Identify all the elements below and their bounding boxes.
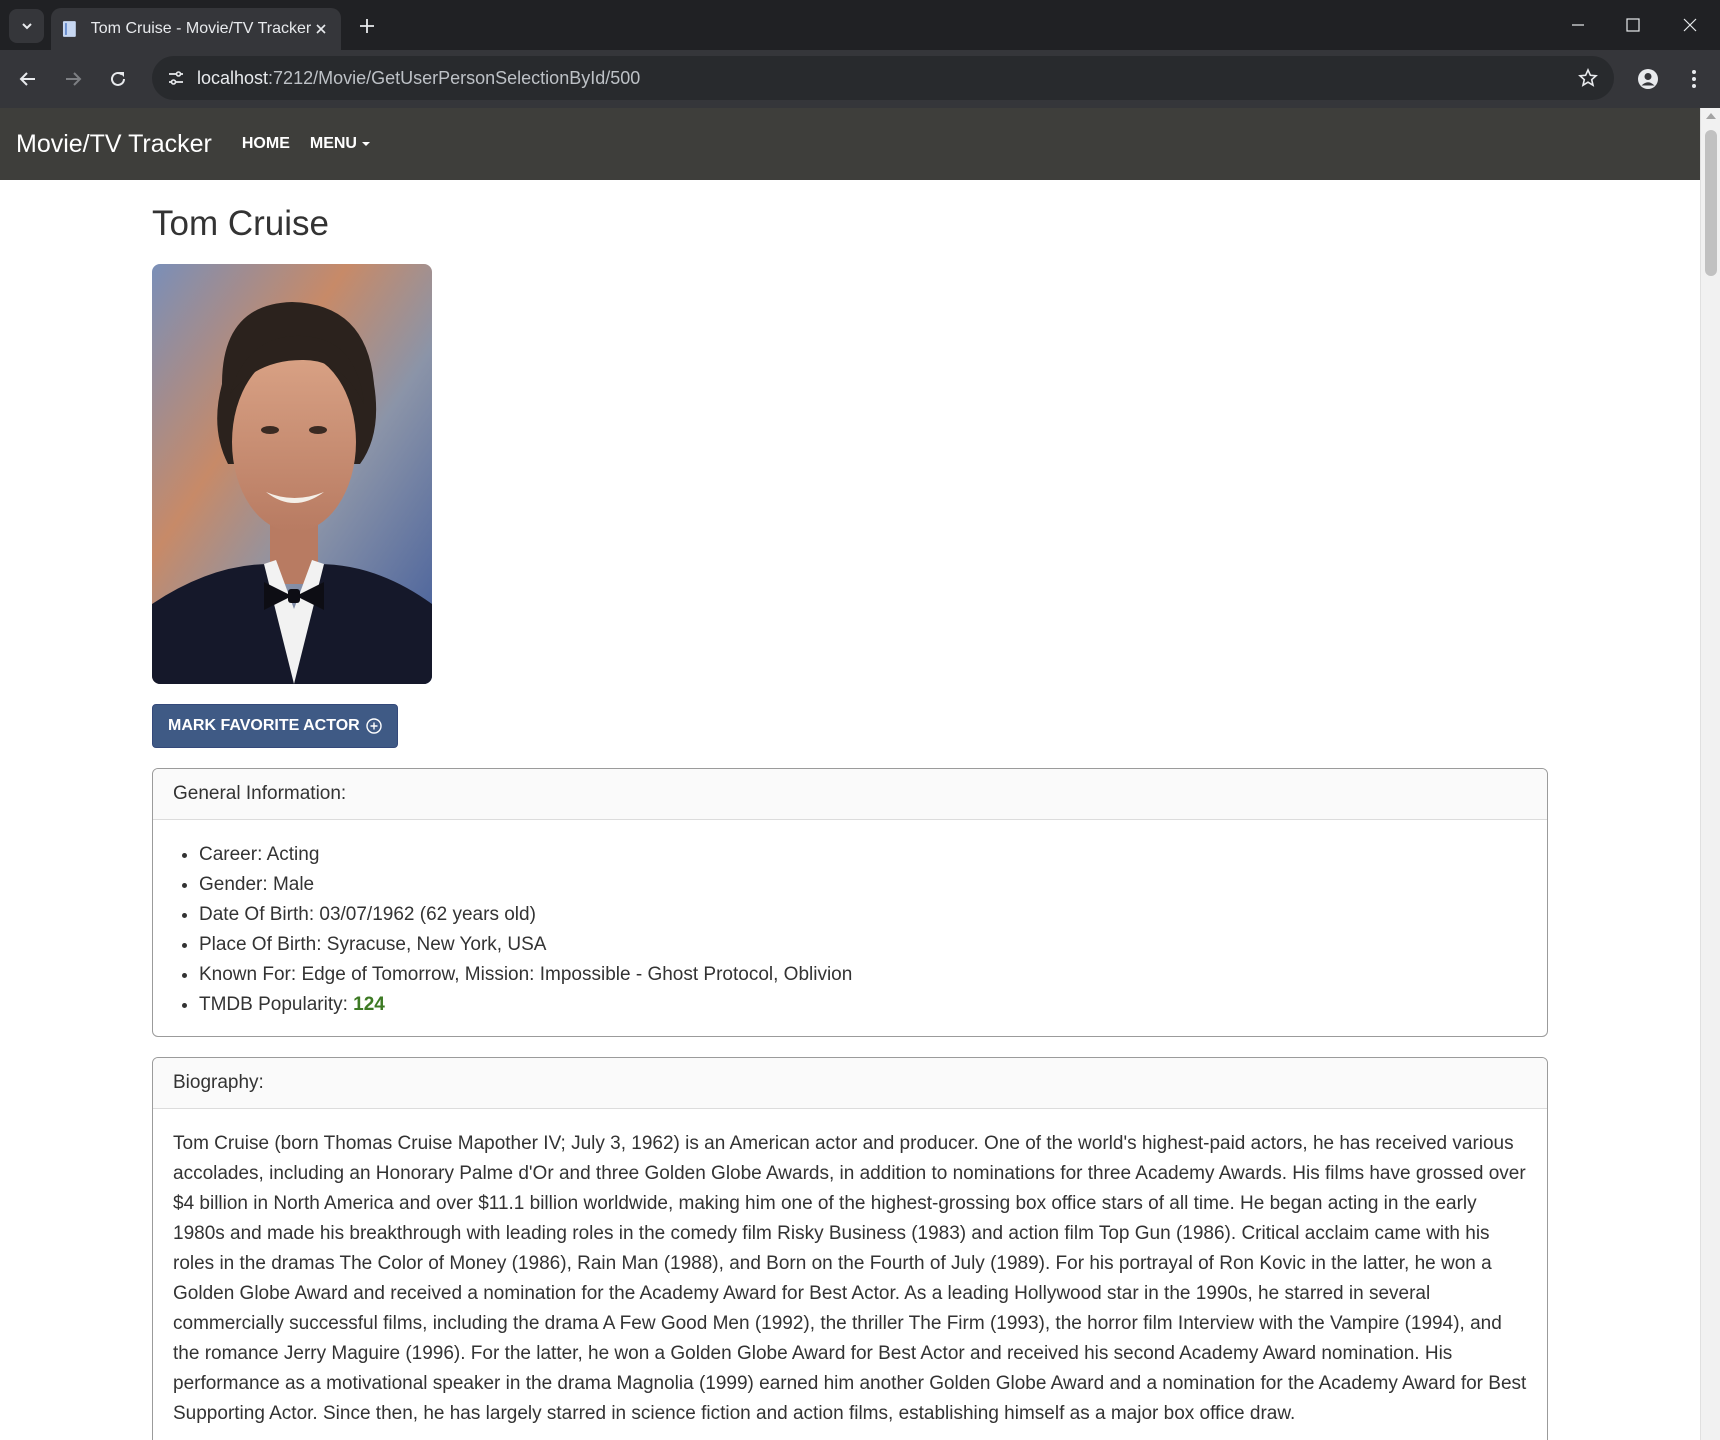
reload-icon — [111, 71, 125, 86]
forward-button[interactable] — [55, 61, 91, 97]
scroll-thumb[interactable] — [1705, 130, 1717, 276]
general-information-list: Career: Acting Gender: Male Date Of Birt… — [199, 840, 1527, 1020]
bookmark-star-icon[interactable] — [1574, 64, 1602, 92]
profile-avatar-icon — [1638, 69, 1658, 89]
back-button[interactable] — [10, 61, 46, 97]
page-favicon-icon — [62, 21, 76, 37]
close-icon — [1683, 18, 1697, 32]
maximize-icon — [1626, 18, 1640, 32]
site-info-icon[interactable] — [162, 64, 190, 92]
new-tab-button[interactable] — [354, 13, 380, 39]
mark-favorite-actor-button[interactable]: MARK FAVORITE ACTOR — [152, 704, 398, 748]
biography-card: Biography: Tom Cruise (born Thomas Cruis… — [152, 1057, 1548, 1440]
info-known-for: Known For: Edge of Tomorrow, Mission: Im… — [199, 960, 1527, 990]
more-vert-icon — [1692, 70, 1696, 88]
biography-text: Tom Cruise (born Thomas Cruise Mapother … — [173, 1133, 1527, 1424]
close-window-button[interactable] — [1670, 8, 1710, 42]
mark-favorite-label: MARK FAVORITE ACTOR — [168, 717, 360, 734]
scroll-up-arrow-icon[interactable] — [1706, 113, 1716, 119]
info-place-of-birth: Place Of Birth: Syracuse, New York, USA — [199, 930, 1527, 960]
browser-menu-button[interactable] — [1676, 61, 1712, 97]
arrow-right-icon — [66, 72, 82, 86]
nav-menu-label: MENU — [309, 135, 357, 152]
info-gender: Gender: Male — [199, 870, 1527, 900]
info-career: Career: Acting — [199, 840, 1527, 870]
main-content: Tom Cruise MARK FAVORITE ACTOR General I… — [152, 180, 1548, 1440]
url-text: localhost:7212/Movie/GetUserPersonSelect… — [197, 68, 640, 89]
general-information-header: General Information: — [153, 769, 1547, 820]
page-viewport: Movie/TV Tracker HOME MENU Tom Cruise MA… — [0, 108, 1720, 1440]
browser-toolbar: localhost:7212/Movie/GetUserPersonSelect… — [0, 50, 1720, 108]
caret-down-icon — [361, 142, 370, 146]
address-bar[interactable]: localhost:7212/Movie/GetUserPersonSelect… — [152, 56, 1614, 100]
tab-search-button[interactable] — [9, 9, 44, 43]
url-host: localhost — [197, 68, 269, 88]
maximize-button[interactable] — [1613, 8, 1653, 42]
nav-home-link[interactable]: HOME — [242, 135, 290, 153]
tab-title: Tom Cruise - Movie/TV Tracker — [90, 20, 312, 37]
general-information-card: General Information: Career: Acting Gend… — [152, 768, 1548, 1037]
person-photo — [152, 264, 432, 684]
navbar-brand[interactable]: Movie/TV Tracker — [16, 130, 212, 159]
minimize-icon — [1572, 24, 1584, 26]
arrow-left-icon — [19, 72, 35, 86]
chevron-down-icon — [21, 23, 32, 30]
page-scrollbar[interactable] — [1700, 108, 1720, 1440]
biography-header: Biography: — [153, 1058, 1547, 1109]
nav-menu-dropdown[interactable]: MENU — [310, 135, 370, 153]
url-path: :7212/Movie/GetUserPersonSelectionById/5… — [268, 68, 641, 88]
info-date-of-birth: Date Of Birth: 03/07/1962 (62 years old) — [199, 900, 1527, 930]
reload-button[interactable] — [100, 61, 136, 97]
tab-close-icon[interactable] — [311, 19, 331, 39]
app-navbar: Movie/TV Tracker HOME MENU — [0, 108, 1700, 180]
info-tmdb-popularity: TMDB Popularity: 124 — [199, 990, 1527, 1020]
profile-button[interactable] — [1630, 61, 1666, 97]
browser-tab-active[interactable]: Tom Cruise - Movie/TV Tracker — [51, 8, 341, 50]
plus-icon — [360, 19, 374, 33]
minimize-button[interactable] — [1558, 8, 1598, 42]
popularity-value: 124 — [353, 994, 385, 1015]
page-title: Tom Cruise — [152, 204, 329, 243]
plus-circle-icon — [366, 718, 382, 734]
browser-tabstrip: Tom Cruise - Movie/TV Tracker — [0, 0, 1720, 50]
